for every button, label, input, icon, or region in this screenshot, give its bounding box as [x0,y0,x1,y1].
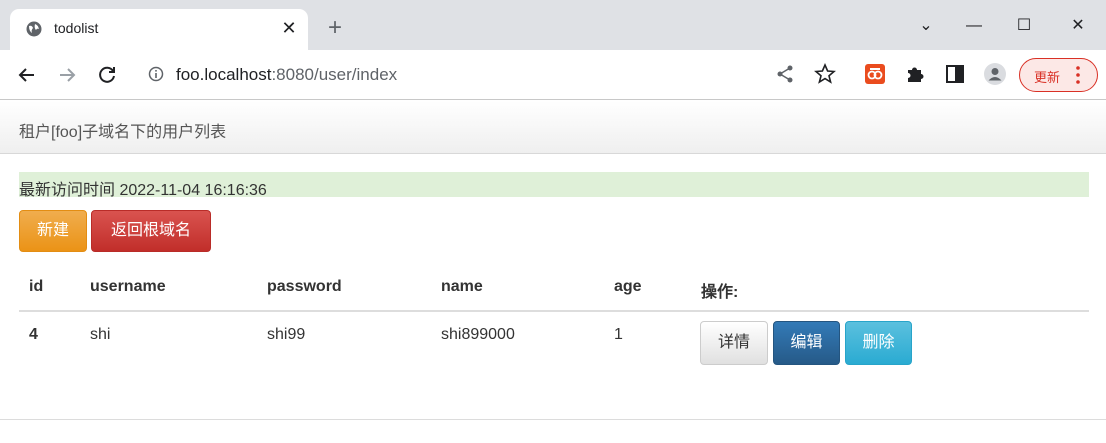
cell-username: shi [90,326,111,343]
new-tab-icon[interactable]: + [324,16,346,40]
page-navbar: 租户[foo]子域名下的用户列表 [0,101,1106,154]
last-visit-text: 最新访问时间 2022-11-04 16:16:36 [19,182,267,199]
browser-toolbar: foo.localhost:8080/user/index 更新 [0,50,1106,100]
url-host: foo.localhost [176,65,272,84]
tab-title: todolist [54,20,99,36]
detail-button[interactable]: 详情 [700,321,768,365]
success-alert: 最新访问时间 2022-11-04 16:16:36 [19,172,1089,199]
edit-button[interactable]: 编辑 [773,321,840,365]
maximize-icon[interactable]: ☐ [1012,14,1036,38]
globe-icon [26,21,42,37]
column-header-actions: 操作: [701,284,739,301]
update-button[interactable]: 更新 [1019,58,1098,92]
chevron-down-icon[interactable]: ⌄ [914,14,938,38]
side-panel-icon[interactable] [944,63,966,85]
share-icon[interactable] [774,63,796,85]
update-label: 更新 [1034,70,1061,85]
cell-age: 1 [614,326,623,343]
cell-id: 4 [29,326,38,343]
column-header-password: password [267,278,342,295]
close-window-icon[interactable]: ✕ [1066,14,1090,38]
cell-password: shi99 [267,326,306,343]
browser-tab-strip: todolist ✕ + ⌄ — ☐ ✕ [0,0,1106,50]
profile-avatar-icon[interactable] [984,63,1006,85]
url-path: :8080/user/index [271,65,398,84]
page-divider [0,419,1106,420]
minimize-icon[interactable]: — [962,14,986,38]
new-button[interactable]: 新建 [19,210,87,252]
address-bar[interactable]: foo.localhost:8080/user/index [138,57,768,93]
url-text: foo.localhost:8080/user/index [176,65,397,85]
reload-icon[interactable] [94,62,120,88]
column-header-name: name [441,278,483,295]
browser-tab[interactable]: todolist ✕ [10,9,308,50]
puzzle-icon[interactable] [904,63,926,85]
column-header-username: username [90,278,166,295]
navbar-brand[interactable]: 租户[foo]子域名下的用户列表 [19,118,226,142]
more-vert-icon [1076,66,1080,84]
delete-button[interactable]: 删除 [845,321,912,365]
extension-icon[interactable] [864,63,886,85]
table-header-divider [19,310,1089,312]
back-arrow-icon[interactable] [14,62,40,88]
bookmark-star-icon[interactable] [814,63,836,85]
forward-arrow-icon[interactable] [54,62,80,88]
column-header-age: age [614,278,642,295]
column-header-id: id [29,278,44,295]
back-to-root-domain-button[interactable]: 返回根域名 [91,210,211,252]
cell-name: shi899000 [441,326,515,343]
site-info-icon[interactable] [148,66,164,82]
tab-close-icon[interactable]: ✕ [280,19,298,37]
